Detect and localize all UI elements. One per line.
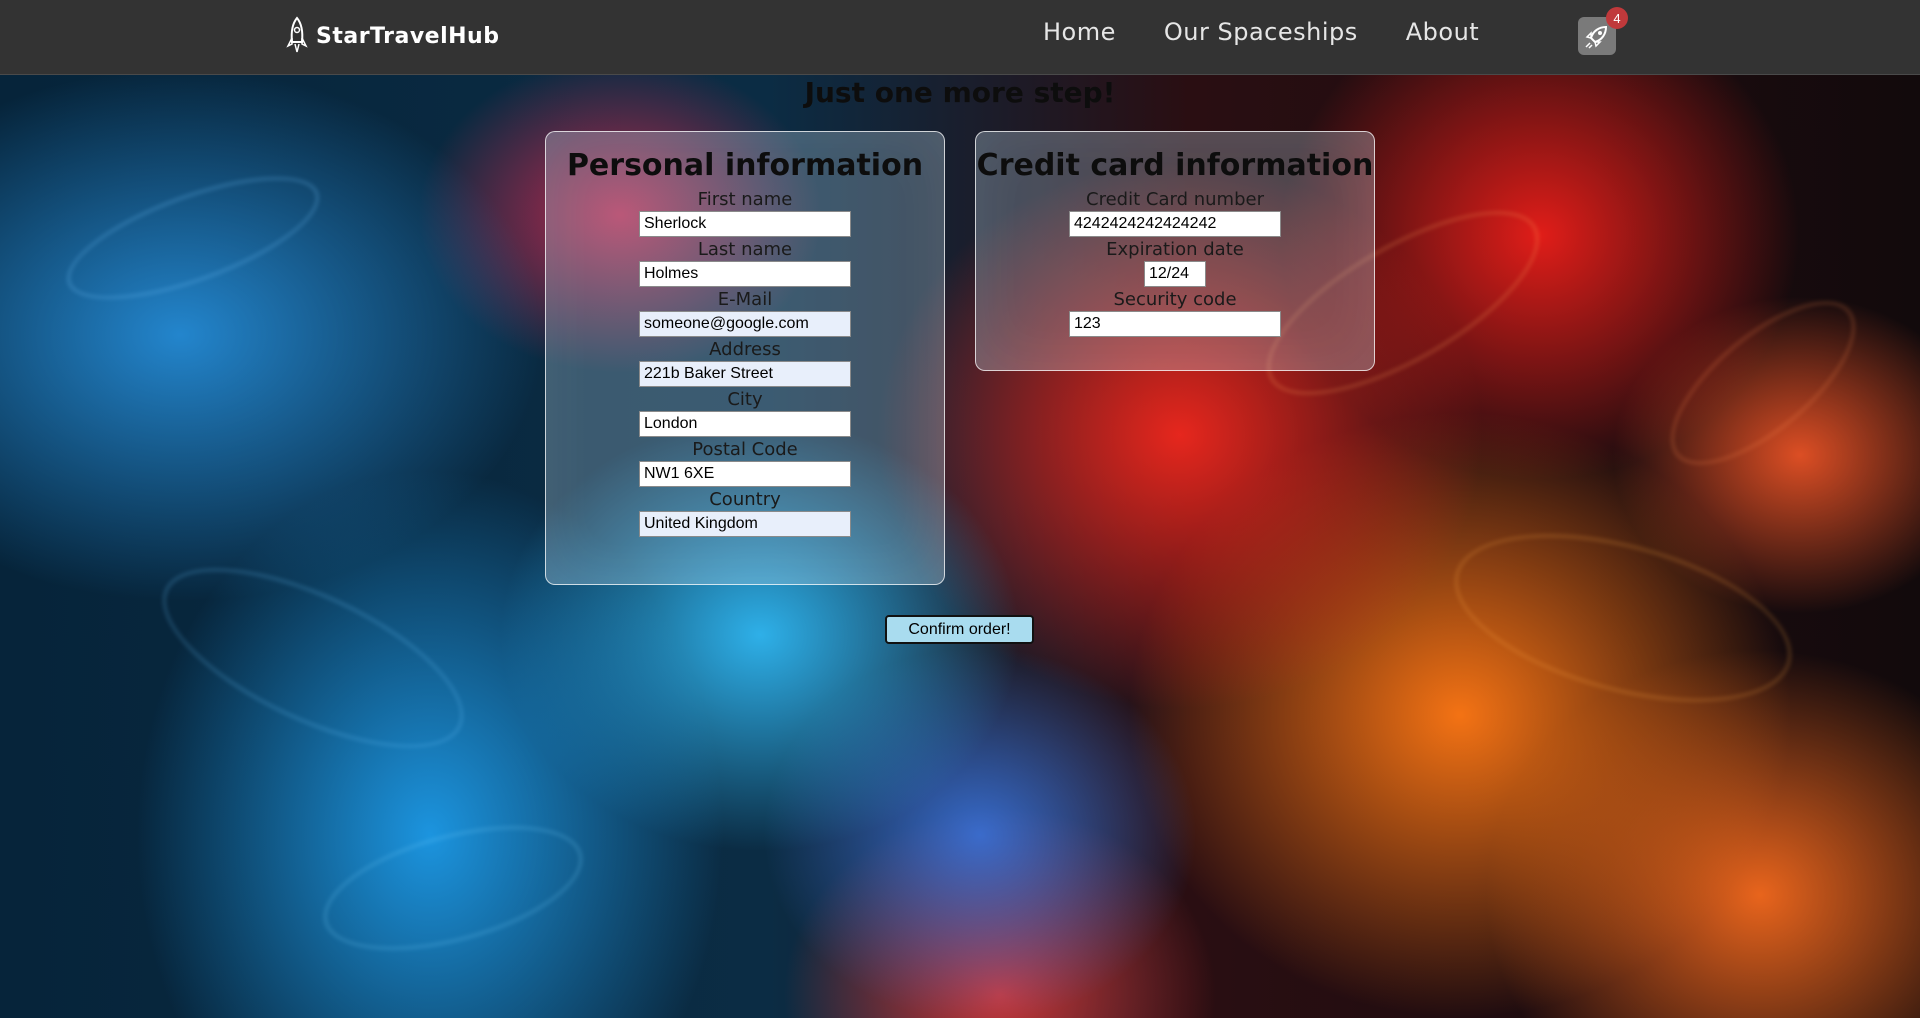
first-name-field: First name [546, 189, 944, 237]
city-input[interactable] [639, 411, 851, 437]
expiration-date-input[interactable] [1144, 261, 1206, 287]
nav-about[interactable]: About [1406, 18, 1479, 46]
country-label: Country [709, 489, 781, 510]
card-number-field: Credit Card number [976, 189, 1374, 237]
security-code-field: Security code [976, 289, 1374, 337]
address-label: Address [709, 339, 781, 360]
first-name-label: First name [697, 189, 793, 210]
brand-logo[interactable]: StarTravelHub [284, 16, 499, 56]
postal-code-input[interactable] [639, 461, 851, 487]
top-navbar: StarTravelHub Home Our Spaceships About … [0, 0, 1920, 75]
email-label: E-Mail [717, 289, 773, 310]
personal-information-title: Personal information [566, 148, 924, 183]
country-input[interactable] [639, 511, 851, 537]
postal-code-label: Postal Code [692, 439, 798, 460]
nav-our-spaceships[interactable]: Our Spaceships [1164, 18, 1358, 46]
city-label: City [727, 389, 763, 410]
confirm-order-button[interactable]: Confirm order! [885, 615, 1034, 644]
card-number-input[interactable] [1069, 211, 1281, 237]
security-code-label: Security code [1113, 289, 1237, 310]
address-input[interactable] [639, 361, 851, 387]
first-name-input[interactable] [639, 211, 851, 237]
expiration-date-label: Expiration date [1106, 239, 1244, 260]
brand-name: StarTravelHub [316, 23, 500, 49]
cart-count-badge: 4 [1606, 7, 1628, 29]
last-name-label: Last name [697, 239, 793, 260]
cart-button[interactable]: 4 [1578, 7, 1628, 55]
credit-card-information-card: Credit card information Credit Card numb… [975, 131, 1375, 371]
email-field: E-Mail [546, 289, 944, 337]
rocket-cart-icon [1585, 25, 1608, 49]
security-code-input[interactable] [1069, 311, 1281, 337]
background-image [0, 75, 1920, 1018]
nav-home[interactable]: Home [1043, 18, 1116, 46]
postal-code-field: Postal Code [546, 439, 944, 487]
last-name-input[interactable] [639, 261, 851, 287]
city-field: City [546, 389, 944, 437]
credit-card-information-title: Credit card information [976, 148, 1374, 183]
page-title: Just one more step! [804, 76, 1116, 109]
country-field: Country [546, 489, 944, 537]
last-name-field: Last name [546, 239, 944, 287]
personal-information-card: Personal information First name Last nam… [545, 131, 945, 585]
card-number-label: Credit Card number [1086, 189, 1264, 210]
email-input[interactable] [639, 311, 851, 337]
nav-links: Home Our Spaceships About [1043, 18, 1527, 46]
rocket-icon [286, 16, 308, 53]
address-field: Address [546, 339, 944, 387]
expiration-date-field: Expiration date [976, 239, 1374, 287]
